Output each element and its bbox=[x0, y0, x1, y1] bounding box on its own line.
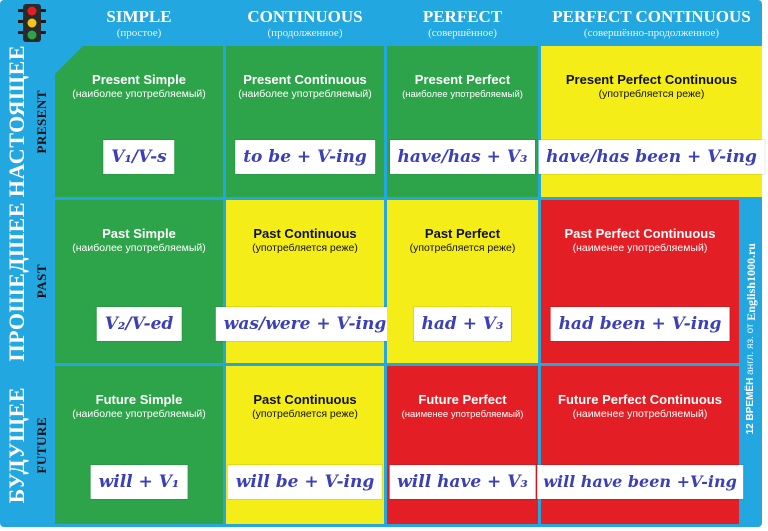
column-subtitle: (простое) bbox=[116, 27, 162, 39]
column-header-simple: SIMPLE (простое) bbox=[55, 0, 223, 46]
column-title: PERFECT bbox=[422, 7, 503, 26]
tense-name: Present Continuous bbox=[243, 72, 367, 87]
tense-formula: had been + V-ing bbox=[550, 307, 730, 341]
row-label-ru: БУДУЩЕЕ bbox=[4, 386, 29, 504]
column-title: PERFECT CONTINUOUS bbox=[552, 7, 751, 26]
tense-formula: will + V₁ bbox=[90, 465, 188, 499]
cell-past-perfect: Past Perfect (употребляется реже) had + … bbox=[387, 200, 538, 363]
row-label-en: PAST bbox=[34, 264, 49, 299]
tense-name: Past Continuous bbox=[253, 226, 357, 241]
cell-present-perfect: Present Perfect (наиболее употребляемый)… bbox=[387, 46, 538, 197]
tense-usage-note: (употребляется реже) bbox=[409, 242, 516, 254]
tense-name: Present Perfect bbox=[414, 72, 511, 87]
column-header-perfect-continuous: PERFECT CONTINUOUS (совершённо-продолжен… bbox=[541, 0, 762, 46]
cell-future-continuous: Past Continuous (употребляется реже) wil… bbox=[226, 366, 384, 524]
badge-lang: англ. яз. bbox=[744, 336, 756, 376]
tense-formula: will have + V₃ bbox=[389, 465, 536, 499]
tense-usage-note: (наиболее употребляемый) bbox=[72, 408, 206, 420]
row-label-ru: НАСТОЯЩЕЕ bbox=[4, 45, 29, 198]
tense-name: Present Perfect Continuous bbox=[565, 72, 738, 87]
tense-name: Past Continuous bbox=[253, 392, 357, 407]
tense-formula: V₁/V-s bbox=[103, 140, 175, 174]
cell-past-continuous: Past Continuous (употребляется реже) was… bbox=[215, 200, 395, 363]
badge-count: 12 bbox=[744, 423, 756, 435]
tense-usage-note: (наименее употребляемый) bbox=[572, 408, 708, 420]
tense-formula: will have been +V-ing bbox=[537, 465, 743, 499]
row-label-en: PRESENT bbox=[34, 89, 49, 154]
cell-future-perfect-continuous: Future Perfect Continuous (наименее упот… bbox=[537, 366, 743, 524]
tense-usage-note: (употребляется реже) bbox=[252, 242, 358, 254]
tense-formula: was/were + V-ing bbox=[215, 307, 395, 341]
tense-name: Past Simple bbox=[102, 226, 176, 241]
tense-formula: have/has been + V-ing bbox=[538, 140, 765, 174]
side-badge: 12 ВРЕМЁН англ. яз. от English1000.ru bbox=[741, 219, 761, 459]
tense-usage-note: (наиболее употребляемый) bbox=[72, 242, 206, 254]
column-title: CONTINUOUS bbox=[247, 7, 363, 26]
column-title: SIMPLE bbox=[106, 7, 172, 26]
row-label-present: НАСТОЯЩЕЕ PRESENT bbox=[0, 45, 55, 198]
column-header-perfect: PERFECT (совершённое) bbox=[387, 0, 538, 46]
side-badge-text: 12 ВРЕМЁН англ. яз. от English1000.ru bbox=[744, 243, 759, 434]
row-label-future: БУДУЩЕЕ FUTURE bbox=[0, 366, 55, 524]
tense-name: Present Simple bbox=[92, 72, 186, 87]
cell-present-continuous: Present Continuous (наиболее употребляем… bbox=[226, 46, 384, 197]
tense-usage-note: (наиболее употребляемый) bbox=[72, 88, 206, 100]
tense-formula: have/has + V₃ bbox=[389, 140, 536, 174]
column-subtitle: (продолженное) bbox=[267, 27, 343, 39]
tense-usage-note: (наименее употребляемый) bbox=[572, 242, 708, 254]
tense-name: Future Simple bbox=[95, 392, 183, 407]
tense-usage-note: (употребляется реже) bbox=[252, 408, 358, 420]
tense-name: Future Perfect bbox=[418, 392, 507, 407]
traffic-light-icon bbox=[18, 4, 46, 42]
tense-name: Past Perfect bbox=[424, 226, 501, 241]
tense-usage-note: (наиболее употребляемый) bbox=[402, 89, 523, 100]
tense-formula: V₂/V-ed bbox=[96, 307, 182, 341]
badge-site: English1000.ru bbox=[743, 243, 758, 322]
cell-present-perfect-continuous: Present Perfect Continuous (употребляетс… bbox=[538, 46, 765, 197]
column-subtitle: (совершённо-продолженное) bbox=[583, 27, 720, 39]
cell-past-perfect-continuous: Past Perfect Continuous (наименее употре… bbox=[541, 200, 739, 363]
tense-usage-note: (употребляется реже) bbox=[598, 88, 705, 100]
badge-from: от bbox=[744, 323, 756, 334]
row-label-ru: ПРОШЕДШЕЕ bbox=[4, 201, 29, 362]
column-header-continuous: CONTINUOUS (продолженное) bbox=[226, 0, 384, 46]
cell-future-simple: Future Simple (наиболее употребляемый) w… bbox=[55, 366, 223, 524]
tense-usage-note: (наиболее употребляемый) bbox=[238, 88, 372, 100]
tense-formula: had + V₃ bbox=[413, 307, 512, 341]
badge-word: ВРЕМЁН bbox=[744, 377, 756, 421]
column-subtitle: (совершённое) bbox=[428, 27, 497, 39]
tense-usage-note: (наименее употребляемый) bbox=[401, 409, 524, 420]
tense-formula: will be + V-ing bbox=[227, 465, 383, 499]
tense-name: Future Perfect Continuous bbox=[558, 392, 722, 407]
tense-formula: to be + V-ing bbox=[235, 140, 375, 174]
cell-past-simple: Past Simple (наиболее употребляемый) V₂/… bbox=[55, 200, 223, 363]
cell-future-perfect: Future Perfect (наименее употребляемый) … bbox=[387, 366, 538, 524]
row-label-past: ПРОШЕДШЕЕ PAST bbox=[0, 200, 55, 363]
row-label-en: FUTURE bbox=[34, 416, 49, 474]
tense-name: Past Perfect Continuous bbox=[564, 226, 716, 241]
corner-cut bbox=[55, 46, 83, 74]
